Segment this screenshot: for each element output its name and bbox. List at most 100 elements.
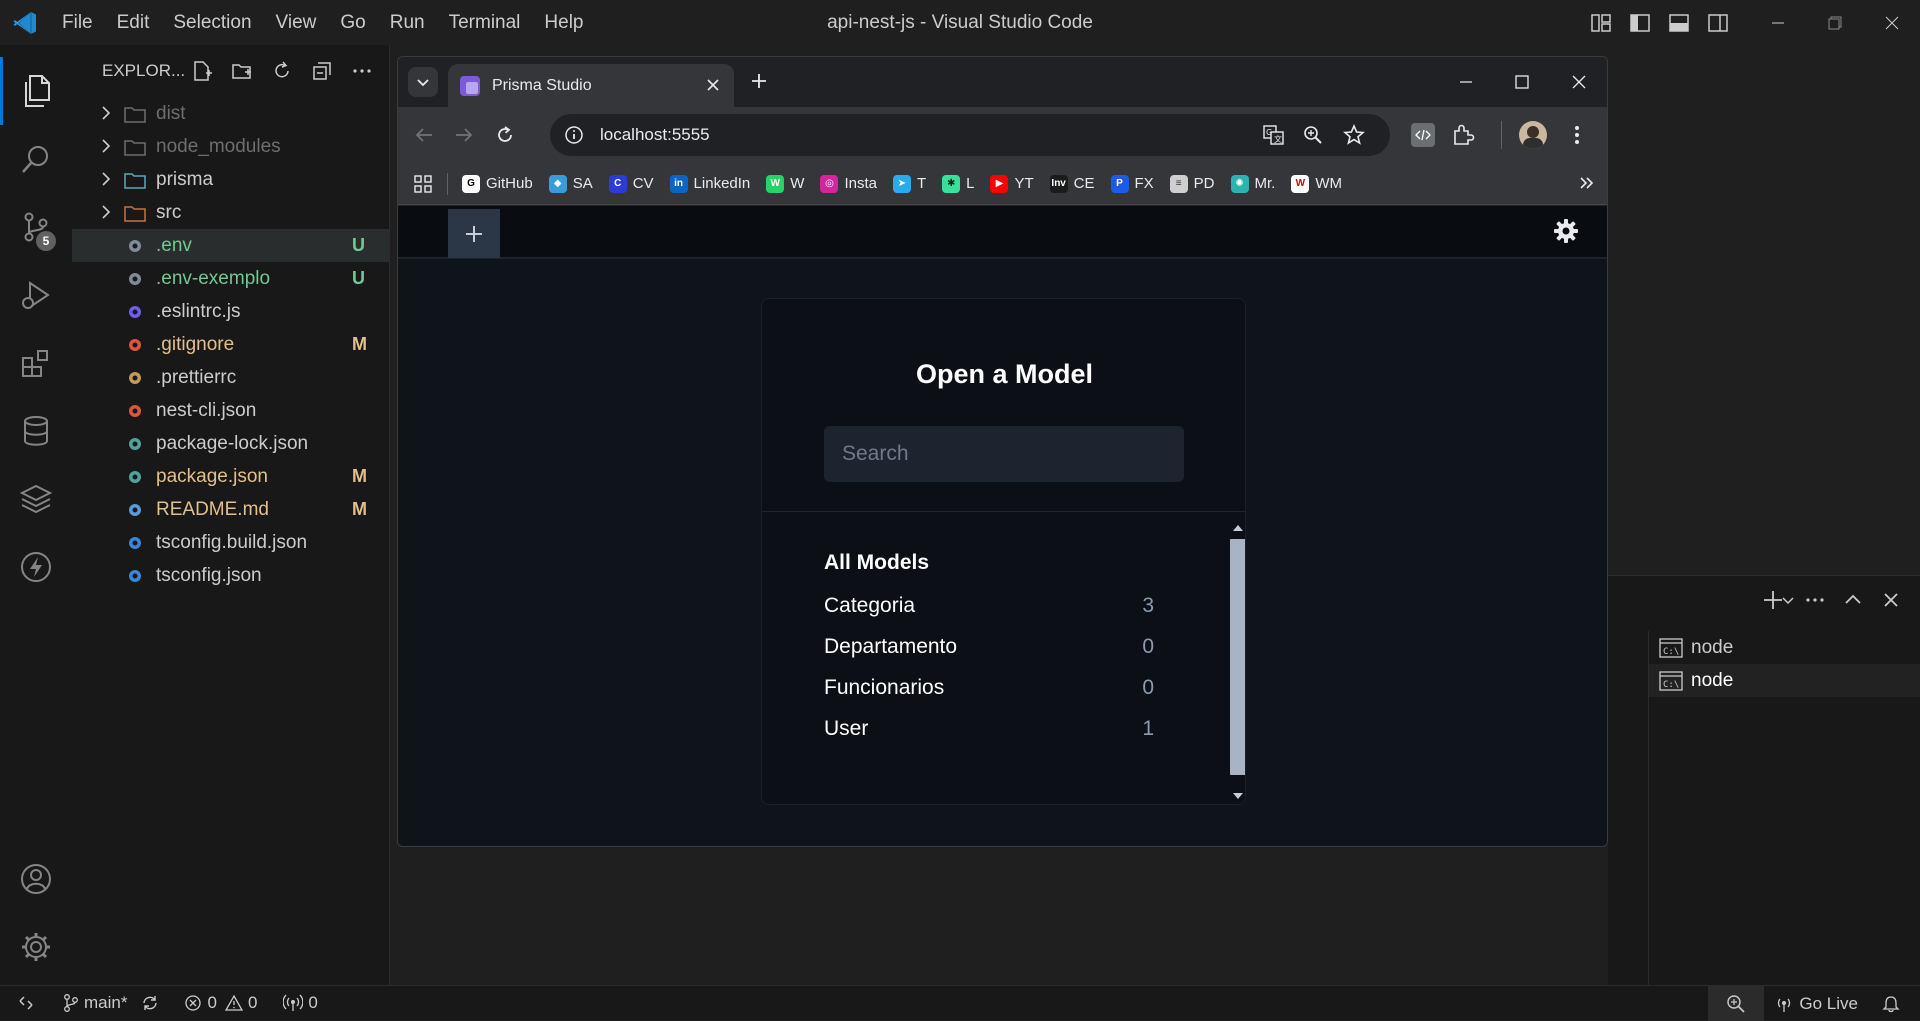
minimize-icon[interactable] [1458,74,1474,90]
menu-help[interactable]: Help [532,0,595,45]
tree-item[interactable]: README.md M [72,493,390,526]
add-tab-button[interactable] [448,209,500,258]
terminal-item[interactable]: C:\ node [1649,631,1920,664]
bookmark-item[interactable]: ◎ Insta [820,174,877,193]
model-row-categoria[interactable]: Categoria 3 [824,586,1164,626]
go-live-button[interactable]: Go Live [1774,994,1858,1014]
tree-item[interactable]: .env-exemplo U [72,262,390,295]
search-activity[interactable] [0,125,72,193]
bookmark-item[interactable]: W WM [1291,174,1342,193]
new-folder-icon[interactable] [222,60,262,82]
bookmark-item[interactable]: G GitHub [462,174,533,193]
bookmark-item[interactable]: ≡ PD [1169,174,1215,193]
tree-item[interactable]: src [72,196,390,229]
chevron-right-icon[interactable] [99,105,113,121]
settings-gear-icon[interactable] [1553,218,1579,244]
toggle-panel-icon[interactable] [1659,0,1698,45]
restore-icon[interactable] [1806,0,1863,45]
chevron-right-icon[interactable] [99,138,113,154]
bookmark-item[interactable]: ▶ YT [990,174,1034,193]
model-list-scrollbar[interactable] [1227,519,1245,804]
bell-icon[interactable] [1882,995,1900,1013]
bookmark-item[interactable]: ➤ T [892,174,926,193]
tree-item[interactable]: tsconfig.json [72,559,390,592]
profile-avatar[interactable] [1519,121,1547,149]
remote-icon[interactable] [18,995,39,1011]
menu-terminal[interactable]: Terminal [437,0,533,45]
bookmark-item[interactable]: WW [766,174,804,193]
chevron-right-icon[interactable] [99,171,113,187]
bookmark-item[interactable]: Inv CE [1049,174,1095,193]
accounts-activity[interactable] [0,845,72,913]
menu-go[interactable]: Go [328,0,377,45]
terminal-item[interactable]: C:\ node [1649,664,1920,697]
explorer-activity[interactable] [0,57,72,125]
menu-view[interactable]: View [264,0,329,45]
reload-icon[interactable] [494,124,516,146]
apps-grid-icon[interactable] [413,174,433,194]
tree-item[interactable]: prisma [72,163,390,196]
bookmark-item[interactable]: ✱ L [942,174,974,193]
site-info-icon[interactable] [564,125,584,145]
menu-run[interactable]: Run [378,0,437,45]
tab-search-icon[interactable] [408,67,438,97]
problems-status[interactable]: 0 0 [184,993,257,1013]
chevron-double-right-icon[interactable] [1578,175,1594,191]
refresh-icon[interactable] [262,60,302,82]
chevron-down-icon[interactable] [1780,594,1796,606]
browser-tab[interactable]: Prisma Studio [448,64,734,107]
run-debug-activity[interactable] [0,261,72,329]
model-row-departamento[interactable]: Departamento 0 [824,627,1164,667]
ports-status[interactable]: 0 [283,993,318,1013]
toggle-secondary-sidebar-icon[interactable] [1698,0,1737,45]
tree-item[interactable]: package.json M [72,460,390,493]
bookmark-item[interactable]: P FX [1110,174,1154,193]
sync-icon[interactable] [141,994,164,1012]
browser-menu-icon[interactable] [1574,124,1580,146]
close-icon[interactable] [1863,0,1920,45]
bookmark-item[interactable]: in LinkedIn [669,174,750,193]
manage-activity[interactable] [0,913,72,981]
bookmark-item[interactable]: ◆ SA [548,174,593,193]
maximize-panel-icon[interactable] [1834,591,1872,609]
tree-item[interactable]: nest-cli.json [72,394,390,427]
back-icon[interactable] [413,124,435,146]
scrollbar-thumb[interactable] [1230,539,1245,775]
new-file-icon[interactable] [182,60,222,82]
minimize-icon[interactable] [1749,0,1806,45]
bookmark-star-icon[interactable] [1343,124,1365,146]
model-row-funcionarios[interactable]: Funcionarios 0 [824,668,1164,708]
chevron-right-icon[interactable] [99,204,113,220]
maximize-icon[interactable] [1514,74,1530,90]
new-tab-icon[interactable] [750,72,768,90]
extensions-icon[interactable] [1451,123,1475,147]
tree-item[interactable]: .eslintrc.js [72,295,390,328]
customize-layout-icon[interactable] [1581,0,1620,45]
close-tab-icon[interactable] [706,78,720,92]
bookmark-item[interactable]: ✺ Mr. [1230,174,1275,193]
tree-item[interactable]: dist [72,97,390,130]
devtools-extension-icon[interactable] [1411,123,1435,147]
model-search-input[interactable] [824,426,1184,482]
close-icon[interactable] [1571,74,1587,90]
forward-icon[interactable] [453,124,475,146]
collapse-all-icon[interactable] [302,60,342,82]
close-panel-icon[interactable] [1872,592,1910,608]
extensions-activity[interactable] [0,329,72,397]
source-control-activity[interactable]: 5 [0,193,72,261]
translate-icon[interactable]: G文 [1263,125,1285,145]
menu-file[interactable]: File [50,0,105,45]
scroll-up-arrow-icon[interactable] [1233,525,1243,531]
tree-item[interactable]: .env U [72,229,390,262]
bookmark-item[interactable]: C CV [608,174,654,193]
tree-item[interactable]: .gitignore M [72,328,390,361]
branch-status[interactable]: main* [63,993,127,1013]
menu-edit[interactable]: Edit [105,0,162,45]
zoom-icon[interactable] [1708,986,1765,1021]
tree-item[interactable]: package-lock.json [72,427,390,460]
menu-selection[interactable]: Selection [161,0,263,45]
model-row-user[interactable]: User 1 [824,709,1164,749]
zoom-icon[interactable] [1303,125,1323,145]
tree-item[interactable]: tsconfig.build.json [72,526,390,559]
database-activity[interactable] [0,397,72,465]
